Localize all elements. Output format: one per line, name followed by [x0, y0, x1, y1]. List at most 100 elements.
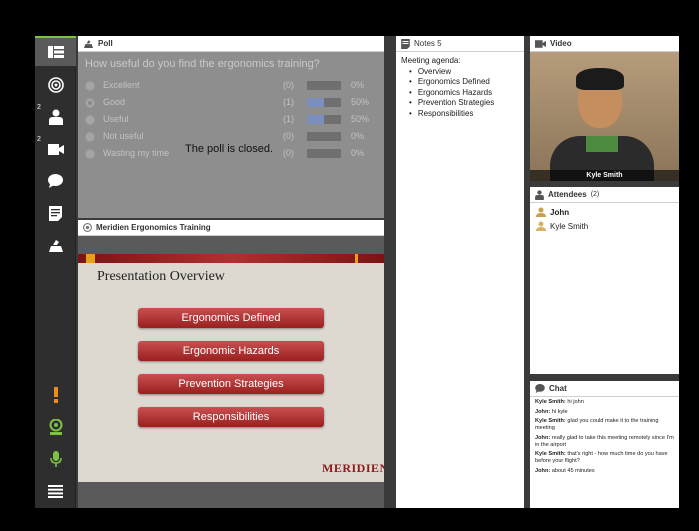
poll-option[interactable]: Useful (1) 50% — [85, 113, 375, 127]
toolbar-chat-button[interactable] — [35, 166, 76, 196]
presentation-stage: Presentation Overview Ergonomics Defined… — [78, 236, 384, 508]
notes-header: Notes 5 — [396, 36, 524, 52]
toolbar-attendees-button[interactable]: 2 — [35, 102, 76, 132]
chat-sender: Kyle Smith: — [535, 451, 566, 457]
poll-title: Poll — [98, 39, 113, 48]
notes-list-item: Overview — [409, 67, 519, 78]
slide-link-button[interactable]: Responsibilities — [138, 407, 324, 427]
chat-text: hi kyle — [550, 408, 568, 415]
presentation-title: Meridien Ergonomics Training — [96, 223, 211, 232]
poll-option-percent: 0% — [351, 148, 365, 158]
toolbar-microphone-button[interactable] — [35, 444, 76, 474]
presentation-header: Meridien Ergonomics Training — [78, 220, 384, 236]
attendees-header-icon — [535, 189, 544, 200]
notes-list-item: Prevention Strategies — [409, 98, 519, 109]
chat-sender: John: — [535, 408, 551, 415]
poll-option-percent: 50% — [351, 114, 370, 124]
microphone-icon — [49, 451, 62, 467]
poll-option[interactable]: Good (1) 50% — [85, 96, 375, 110]
chat-panel: Chat Kyle Smith: hi john John: hi kyle K… — [530, 381, 679, 508]
poll-option-percent: 0% — [351, 80, 365, 90]
poll-option-count: (1) — [283, 97, 294, 107]
poll-option-label: Wasting my time — [103, 148, 170, 158]
toolbar-whiteboard-button[interactable] — [35, 70, 76, 100]
person-hair — [576, 68, 624, 90]
poll-radio[interactable] — [85, 81, 95, 91]
notes-icon — [49, 205, 62, 221]
attendee-name: Kyle Smith — [550, 221, 589, 231]
chat-message: Kyle Smith: that's right - how much time… — [535, 451, 674, 465]
attendee-row[interactable]: Kyle Smith — [530, 219, 679, 233]
chat-message: John: about 45 minutes — [535, 468, 674, 475]
poll-option-bar — [307, 115, 341, 124]
slide: Presentation Overview Ergonomics Defined… — [78, 254, 384, 482]
attendees-badge: 2 — [37, 104, 41, 111]
notes-list: Overview Ergonomics Defined Ergonomics H… — [401, 67, 519, 120]
chat-message: Kyle Smith: glad you could make it to th… — [535, 418, 674, 432]
notes-list-item: Ergonomics Defined — [409, 77, 519, 88]
poll-radio[interactable] — [85, 132, 95, 142]
poll-option-label: Excellent — [103, 80, 140, 90]
toolbar-presentation-button[interactable] — [35, 36, 76, 66]
slide-title: Presentation Overview — [97, 269, 225, 284]
poll-option-bar — [307, 98, 341, 107]
video-badge: 2 — [37, 136, 41, 143]
toolbar-alert-button[interactable] — [35, 380, 76, 410]
chat-sender: John: — [535, 434, 551, 441]
poll-question: How useful do you find the ergonomics tr… — [85, 58, 320, 70]
slide-link-button[interactable]: Ergonomics Defined — [138, 308, 324, 328]
video-header-icon — [535, 39, 546, 48]
poll-icon — [48, 240, 63, 252]
poll-option-bar — [307, 149, 341, 158]
poll-option-count: (0) — [283, 80, 294, 90]
notes-editor[interactable]: Meeting agenda: Overview Ergonomics Defi… — [396, 52, 524, 123]
video-panel: Video Kyle Smith — [530, 36, 679, 181]
poll-option-count: (1) — [283, 114, 294, 124]
attendees-count: (2) — [590, 191, 600, 198]
poll-option[interactable]: Not useful (0) 0% — [85, 130, 375, 144]
attendees-title: Attendees — [548, 190, 587, 199]
slide-link-button[interactable]: Ergonomic Hazards — [138, 341, 324, 361]
chat-sender: John: — [535, 467, 551, 474]
poll-radio[interactable] — [85, 98, 95, 108]
camera-icon — [47, 143, 64, 155]
poll-closed-message: The poll is closed. — [185, 143, 274, 155]
poll-option-label: Not useful — [103, 131, 144, 141]
toolbar-video-button[interactable]: 2 — [35, 134, 76, 164]
video-feed[interactable]: Kyle Smith — [530, 52, 679, 181]
video-header: Video — [530, 36, 679, 52]
presentation-icon — [47, 46, 64, 58]
notes-header-icon — [401, 38, 410, 49]
attendee-row[interactable]: John — [530, 205, 679, 219]
notes-title: Notes 5 — [414, 39, 442, 48]
toolbar-poll-button[interactable] — [35, 230, 76, 260]
menu-icon — [48, 484, 63, 498]
poll-option-percent: 0% — [351, 131, 365, 141]
poll-option-bar — [307, 132, 341, 141]
chat-sender: Kyle Smith: — [535, 399, 566, 405]
slide-header-band — [78, 254, 384, 263]
chat-header-icon — [535, 384, 545, 393]
slide-link-button[interactable]: Prevention Strategies — [138, 374, 324, 394]
chat-header: Chat — [530, 381, 679, 397]
chat-text: hi john — [565, 399, 584, 405]
toolbar-webcam-button[interactable] — [35, 412, 76, 442]
target-icon — [47, 77, 64, 93]
poll-option-label: Good — [103, 97, 126, 107]
notes-heading: Meeting agenda: — [401, 56, 461, 65]
poll-radio[interactable] — [85, 149, 95, 159]
poll-option-bar — [307, 81, 341, 90]
video-title: Video — [550, 39, 572, 48]
poll-option[interactable]: Excellent (0) 0% — [85, 79, 375, 93]
attendees-panel: Attendees (2) John Kyle Smith — [530, 187, 679, 374]
toolbar-menu-button[interactable] — [35, 476, 76, 506]
presenter-icon — [536, 207, 546, 217]
presentation-panel: Meridien Ergonomics Training Presentatio… — [78, 220, 384, 508]
attendee-icon — [536, 221, 546, 231]
chat-messages: Kyle Smith: hi john John: hi kyle Kyle S… — [530, 397, 679, 479]
poll-radio[interactable] — [85, 115, 95, 125]
chat-bubble-icon — [48, 174, 63, 188]
person-collar — [586, 136, 618, 152]
poll-option-count: (0) — [283, 148, 294, 158]
toolbar-notes-button[interactable] — [35, 198, 76, 228]
